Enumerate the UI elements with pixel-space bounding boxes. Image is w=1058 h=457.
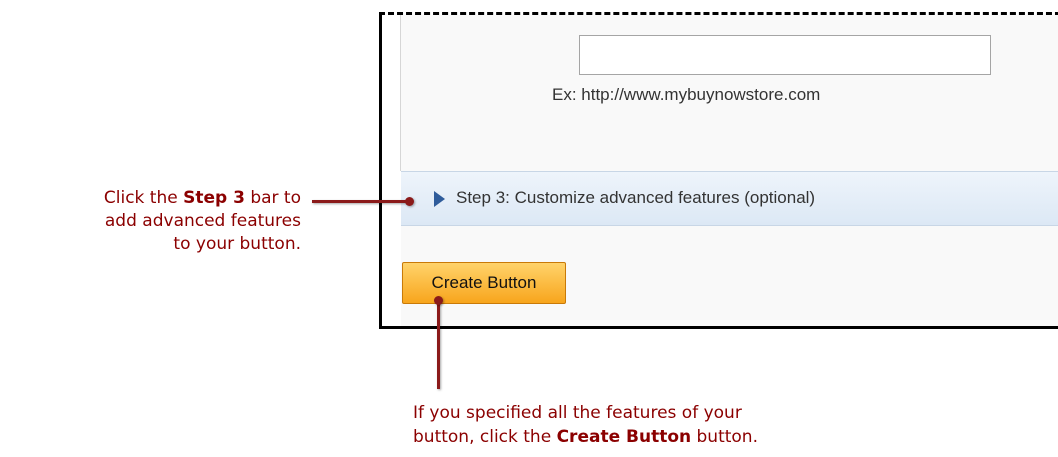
step3-arrow-head: [405, 197, 414, 206]
triangle-right-icon: [434, 191, 445, 207]
create-button-arrow-head: [434, 296, 443, 305]
left-callout: Click the Step 3 bar to add advanced fea…: [0, 187, 301, 256]
bottom-callout-line2-prefix: button, click the: [413, 427, 557, 447]
left-callout-bold: Step 3: [183, 188, 245, 208]
create-button[interactable]: Create Button: [402, 262, 566, 304]
store-url-input[interactable]: [579, 35, 991, 75]
url-example-text: Ex: http://www.mybuynowstore.com: [552, 85, 821, 104]
left-callout-prefix: Click the: [103, 188, 184, 208]
bottom-callout-line1: If you specified all the features of you…: [413, 403, 742, 423]
bottom-callout: If you specified all the features of you…: [413, 401, 758, 449]
left-callout-line2: add advanced features: [104, 211, 301, 231]
left-callout-line3: to your button.: [173, 234, 301, 254]
step3-bar[interactable]: Step 3: Customize advanced features (opt…: [401, 171, 1058, 226]
create-button-arrow: [437, 300, 440, 389]
step3-bar-label: Step 3: Customize advanced features (opt…: [456, 188, 816, 207]
bottom-callout-line2-suffix: button.: [691, 427, 759, 447]
step3-arrow: [312, 200, 409, 203]
left-callout-suffix: bar to: [244, 188, 301, 208]
bottom-callout-bold: Create Button: [556, 427, 692, 447]
